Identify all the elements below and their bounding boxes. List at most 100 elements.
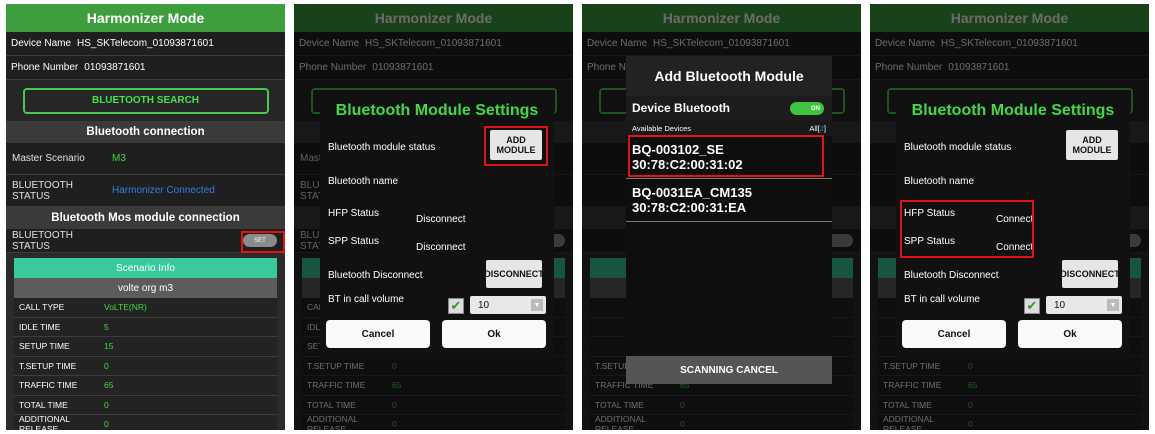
settings-dialog: Bluetooth Module Settings Bluetooth modu… <box>320 90 554 360</box>
dialog-title: Add Bluetooth Module <box>626 56 832 96</box>
volume-checkbox[interactable]: ✔ <box>448 298 464 314</box>
bt-connection-header: Bluetooth connection <box>6 121 285 143</box>
bt-name-label: Bluetooth name <box>904 176 975 187</box>
hfp-label: HFP Status <box>328 208 379 219</box>
scenario-info-header: Scenario Info <box>14 258 277 278</box>
set-toggle[interactable]: SET <box>243 234 277 247</box>
settings-dialog: Bluetooth Module Settings Bluetooth modu… <box>896 90 1130 360</box>
dialog-title: Bluetooth Module Settings <box>911 102 1115 119</box>
device-mac: 30:78:C2:00:31:02 <box>632 157 743 172</box>
phone-value: 01093871601 <box>84 62 146 73</box>
table-value: 15 <box>104 341 114 352</box>
table-key: ADDITIONAL RELEASE <box>19 414 70 430</box>
volume-value: 10 <box>1054 299 1066 311</box>
cancel-button[interactable]: Cancel <box>326 320 430 348</box>
count-prefix: All[ <box>809 123 820 133</box>
table-key: IDLE TIME <box>19 321 61 332</box>
table-value: 0 <box>104 399 109 410</box>
add-module-dialog: Add Bluetooth Module Device Bluetooth ON … <box>626 56 832 384</box>
phone-number-row: Phone Number 01093871601 <box>6 56 285 80</box>
screen-main: Harmonizer Mode Device Name HS_SKTelecom_… <box>6 4 285 430</box>
in-call-volume-label: BT in call volume <box>328 294 404 305</box>
ok-button[interactable]: Ok <box>442 320 546 348</box>
bluetooth-toggle[interactable]: ON <box>790 102 824 115</box>
bluetooth-search-button[interactable]: BLUETOOTH SEARCH <box>22 87 269 114</box>
table-row: T.SETUP TIME 0 <box>14 356 277 376</box>
spp-label: SPP Status <box>904 236 955 247</box>
table-key: TRAFFIC TIME <box>19 380 78 391</box>
device-mac: 30:78:C2:00:31:EA <box>632 200 747 215</box>
table-value: 0 <box>104 360 109 371</box>
table-row: SETUP TIME 15 <box>14 337 277 357</box>
ok-button[interactable]: Ok <box>1018 320 1122 348</box>
mos-header: Bluetooth Mos module connection <box>6 207 285 229</box>
device-name-row: Device Name HS_SKTelecom_01093871601 <box>6 32 285 56</box>
phone-label: Phone Number <box>11 62 79 73</box>
volume-select[interactable]: 10 ▼ <box>470 296 546 314</box>
spp-label: SPP Status <box>328 236 379 247</box>
hfp-value: Connect <box>996 214 1034 225</box>
master-scenario-row: Master Scenario M3 <box>6 143 285 175</box>
device-name-label: Device Name <box>11 38 72 49</box>
bt-name-label: Bluetooth name <box>328 176 399 187</box>
available-label: Available Devices <box>632 123 692 133</box>
device-name-value: HS_SKTelecom_01093871601 <box>77 38 214 49</box>
master-label: Master Scenario <box>12 153 85 164</box>
scanning-cancel-button[interactable]: SCANNING CANCEL <box>626 356 832 384</box>
device-bluetooth-label: Device Bluetooth <box>632 101 731 115</box>
table-row: IDLE TIME 5 <box>14 317 277 337</box>
dropdown-arrow-icon: ▼ <box>1107 299 1119 311</box>
disconnect-button[interactable]: DISCONNECT <box>484 260 544 288</box>
check-icon: ✔ <box>450 298 462 313</box>
device-name: BQ-0031EA_CM135 <box>632 185 752 200</box>
device-name: BQ-003102_SE <box>632 142 724 157</box>
table-value: 65 <box>104 380 114 391</box>
add-module-button[interactable]: ADD MODULE <box>490 130 542 160</box>
module-status-label: Bluetooth module status <box>328 142 436 153</box>
search-area: BLUETOOTH SEARCH <box>6 80 285 121</box>
disconnect-label: Bluetooth Disconnect <box>904 270 999 281</box>
cancel-button[interactable]: Cancel <box>902 320 1006 348</box>
hfp-value: Disconnect <box>416 214 466 225</box>
mos-status-label: BLUETOOTH STATUS <box>12 229 73 252</box>
table-row: CALL TYPE VoLTE(NR) <box>14 298 277 318</box>
mos-status-row: BLUETOOTH STATUS SET <box>6 229 285 253</box>
table-key: TOTAL TIME <box>19 399 68 410</box>
scenario-name: volte org m3 <box>14 278 277 298</box>
volume-select[interactable]: 10 ▼ <box>1046 296 1122 314</box>
device-bluetooth-row: Device Bluetooth ON <box>626 96 832 120</box>
screen-settings-connected: Harmonizer Mode Device NameHS_SKTelecom_… <box>870 4 1149 430</box>
page-title: Harmonizer Mode <box>6 4 285 32</box>
hfp-label: HFP Status <box>904 208 955 219</box>
count-suffix: ] <box>823 123 826 133</box>
table-value: VoLTE(NR) <box>104 302 147 313</box>
add-module-button[interactable]: ADD MODULE <box>1066 130 1118 160</box>
table-row: TOTAL TIME 0 <box>14 395 277 415</box>
dialog-title: Bluetooth Module Settings <box>335 102 539 119</box>
table-key: SETUP TIME <box>19 341 70 352</box>
volume-value: 10 <box>478 299 490 311</box>
table-key: CALL TYPE <box>19 302 65 313</box>
bt-status-label: BLUETOOTH STATUS <box>12 179 73 202</box>
list-item[interactable]: BQ-0031EA_CM135 30:78:C2:00:31:EA <box>626 179 832 222</box>
module-status-label: Bluetooth module status <box>904 142 1012 153</box>
disconnect-button[interactable]: DISCONNECT <box>1060 260 1120 288</box>
table-value: 5 <box>104 321 109 332</box>
table-row: TRAFFIC TIME 65 <box>14 376 277 396</box>
master-value: M3 <box>112 153 126 164</box>
spp-value: Disconnect <box>416 242 466 253</box>
bt-status-row: BLUETOOTH STATUS Harmonizer Connected <box>6 175 285 207</box>
dropdown-arrow-icon: ▼ <box>531 299 543 311</box>
table-key: T.SETUP TIME <box>19 360 77 371</box>
in-call-volume-label: BT in call volume <box>904 294 980 305</box>
screen-settings-dialog: Harmonizer Mode Device NameHS_SKTelecom_… <box>294 4 573 430</box>
spp-value: Connect <box>996 242 1034 253</box>
device-count: All[2] <box>809 124 826 133</box>
screen-add-module-dialog: Harmonizer Mode Device NameHS_SKTelecom_… <box>582 4 861 430</box>
available-devices-row: Available Devices All[2] <box>626 120 832 136</box>
check-icon: ✔ <box>1026 298 1038 313</box>
table-row: ADDITIONAL RELEASE 0 <box>14 414 277 430</box>
list-item[interactable]: BQ-003102_SE 30:78:C2:00:31:02 <box>626 136 832 179</box>
disconnect-label: Bluetooth Disconnect <box>328 270 423 281</box>
volume-checkbox[interactable]: ✔ <box>1024 298 1040 314</box>
